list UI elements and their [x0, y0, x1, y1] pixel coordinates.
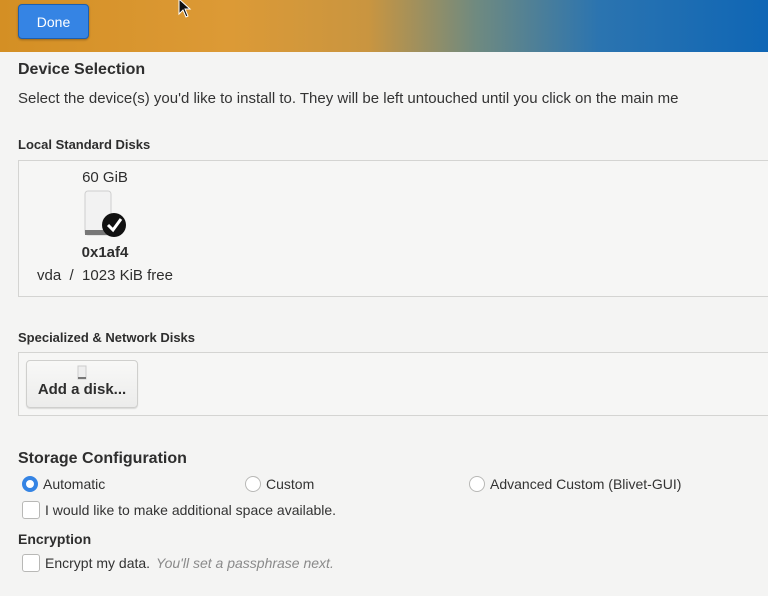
mouse-cursor-icon — [178, 0, 192, 18]
done-button[interactable]: Done — [18, 4, 89, 39]
checkbox[interactable] — [22, 501, 40, 519]
radio-advanced-custom[interactable]: Advanced Custom (Blivet-GUI) — [469, 476, 681, 492]
add-disk-button[interactable]: Add a disk... — [26, 360, 138, 408]
checkbox-label: I would like to make additional space av… — [45, 502, 337, 518]
disk-details: vda / 1023 KiB free — [37, 267, 173, 284]
radio-label: Advanced Custom (Blivet-GUI) — [490, 476, 682, 492]
encryption-title: Encryption — [18, 531, 92, 547]
encrypt-checkbox[interactable]: Encrypt my data. You'll set a passphrase … — [22, 554, 334, 572]
disk-item[interactable]: 60 GiB 0x1af4 vda / 1023 KiB free — [30, 160, 180, 284]
radio-label: Automatic — [43, 476, 106, 492]
storage-config-title: Storage Configuration — [18, 450, 187, 467]
radio-automatic[interactable]: Automatic — [22, 476, 105, 492]
local-disks-label: Local Standard Disks — [18, 137, 151, 152]
radio-custom[interactable]: Custom — [245, 476, 314, 492]
encrypt-hint: You'll set a passphrase next. — [156, 555, 334, 571]
radio-label: Custom — [266, 476, 315, 492]
header-bar: Done — [0, 0, 768, 52]
page-description: Select the device(s) you'd like to insta… — [18, 90, 679, 107]
checkbox[interactable] — [22, 554, 40, 572]
disk-name: 0x1af4 — [81, 244, 129, 261]
network-disks-label: Specialized & Network Disks — [18, 330, 196, 345]
hard-disk-selected-icon — [84, 190, 126, 237]
radio-button[interactable] — [22, 476, 38, 492]
page-title: Device Selection — [18, 61, 146, 78]
radio-button[interactable] — [245, 476, 261, 492]
additional-space-checkbox[interactable]: I would like to make additional space av… — [22, 501, 336, 519]
disk-icon — [77, 365, 87, 380]
checkbox-label: Encrypt my data. — [45, 555, 151, 571]
add-disk-label: Add a disk... — [37, 381, 127, 398]
disk-size: 60 GiB — [82, 169, 128, 186]
radio-button[interactable] — [469, 476, 485, 492]
